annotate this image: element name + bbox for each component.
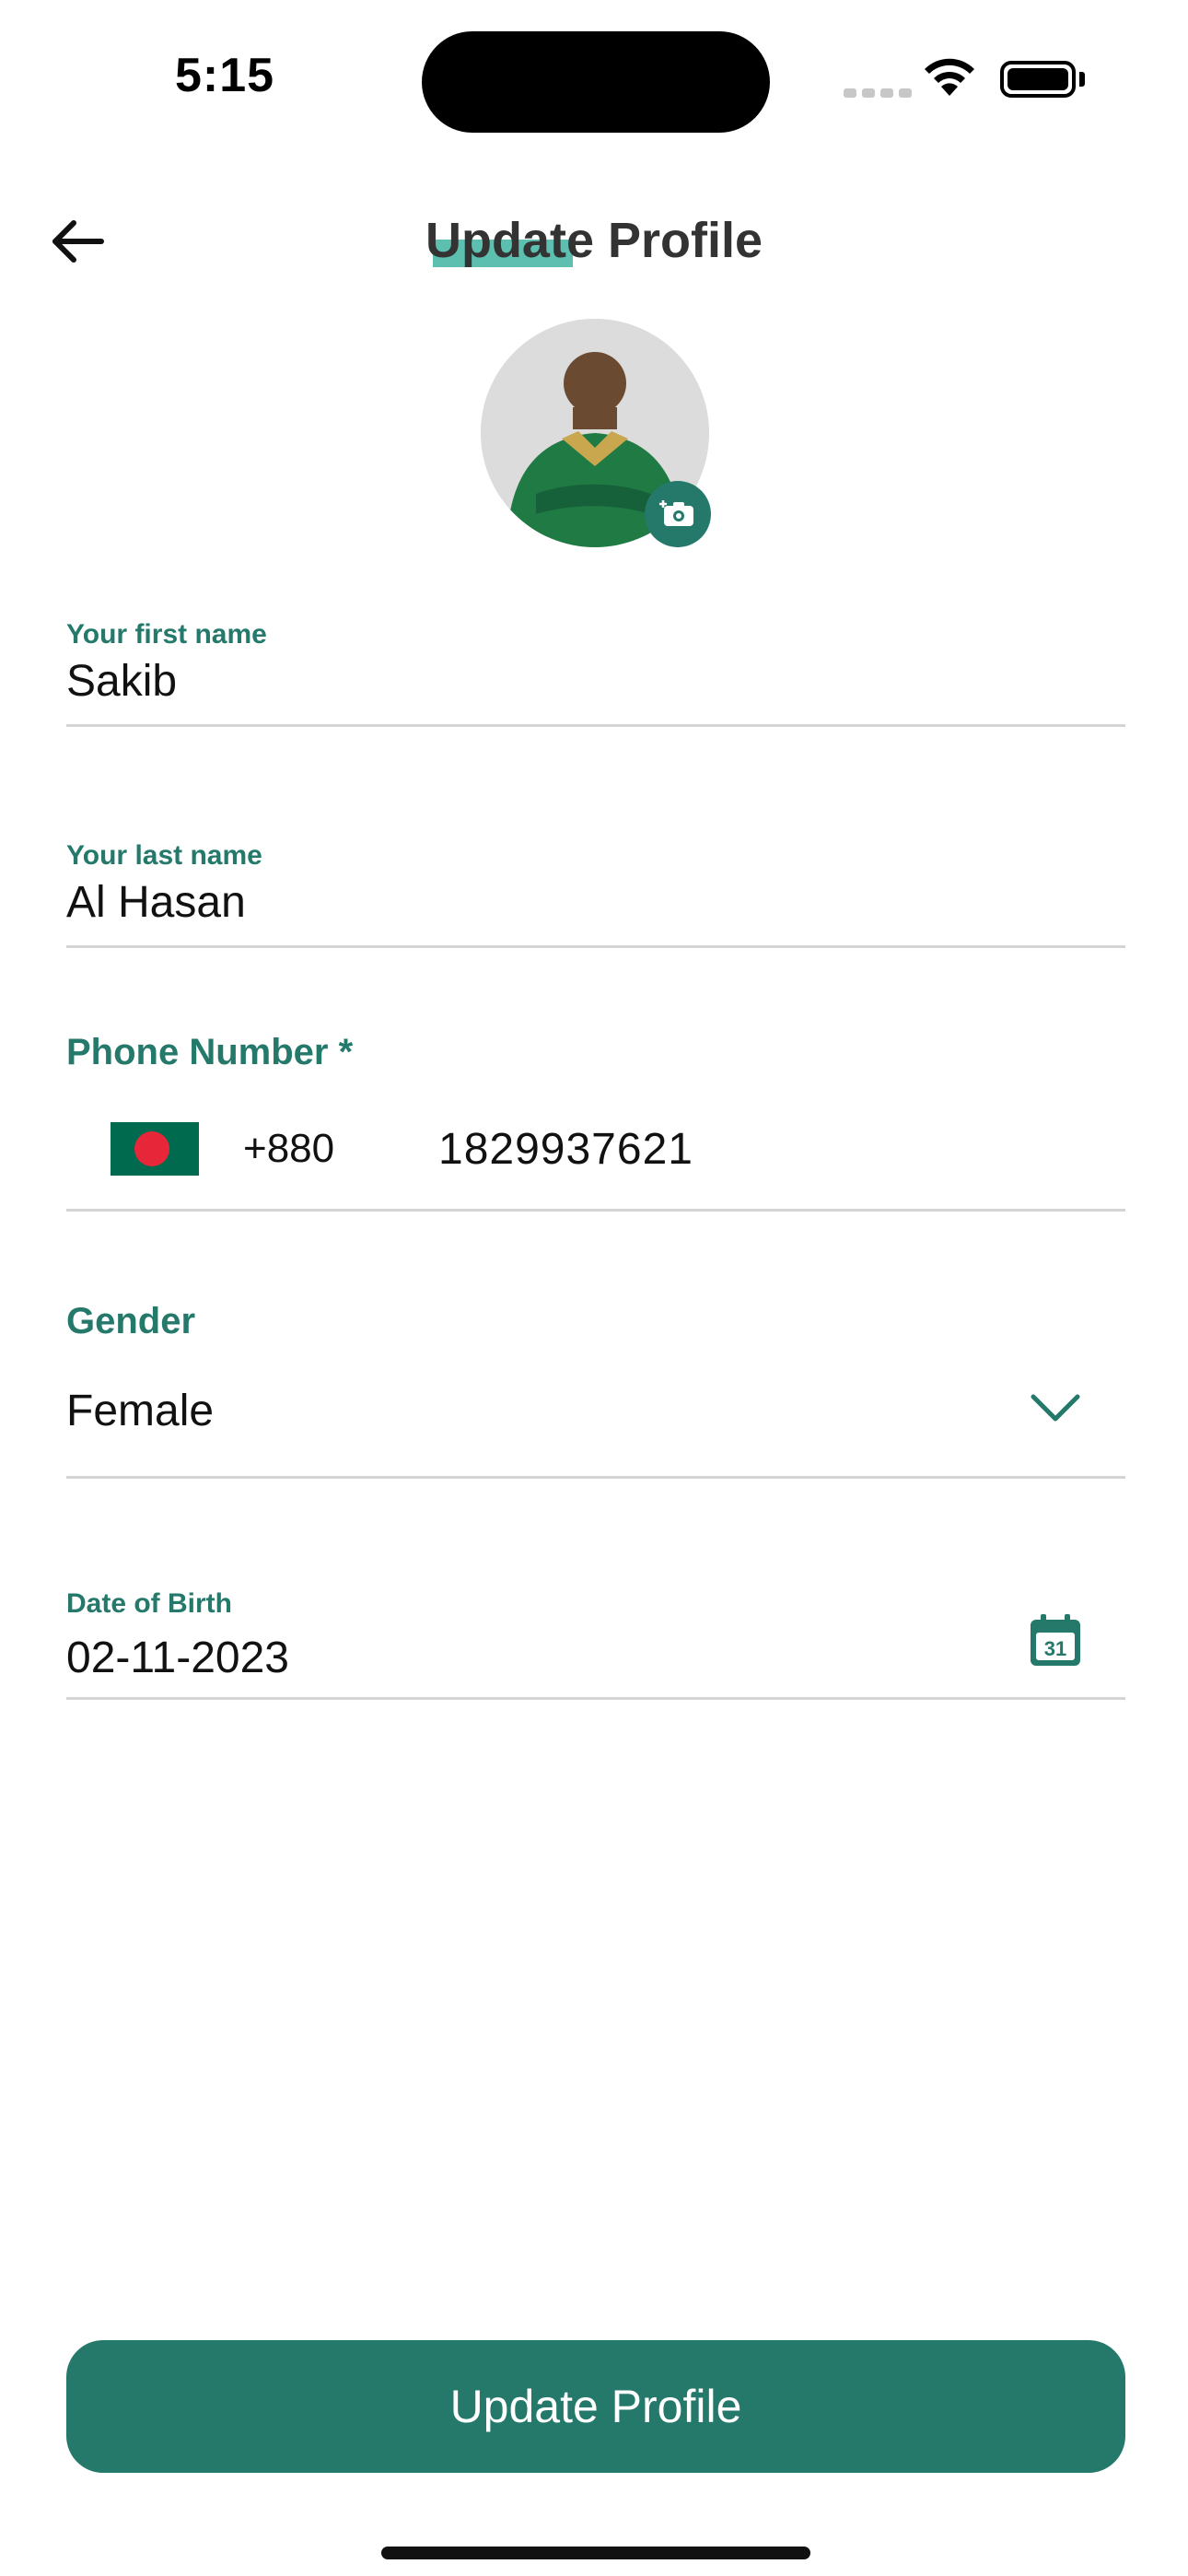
gender-select[interactable]: Female — [66, 1386, 214, 1436]
change-photo-button[interactable] — [645, 481, 711, 547]
status-time: 5:15 — [175, 49, 275, 102]
chevron-down-icon[interactable] — [1030, 1393, 1081, 1424]
dynamic-island — [422, 31, 770, 133]
calendar-icon[interactable]: 31 — [1028, 1614, 1083, 1668]
last-name-label: Your last name — [66, 840, 262, 871]
home-indicator — [381, 2547, 810, 2559]
page-title: Update Profile — [425, 213, 763, 268]
battery-cap — [1079, 72, 1085, 87]
phone-label: Phone Number * — [66, 1032, 354, 1072]
update-profile-button[interactable]: Update Profile — [66, 2340, 1125, 2473]
phone-number-field[interactable]: 1829937621 — [438, 1124, 693, 1175]
bangladesh-flag-icon[interactable] — [111, 1122, 199, 1176]
gender-label: Gender — [66, 1301, 196, 1341]
dob-field[interactable]: 02-11-2023 — [66, 1633, 289, 1683]
first-name-underline — [66, 724, 1125, 727]
dob-underline — [66, 1697, 1125, 1700]
first-name-label: Your first name — [66, 619, 267, 650]
gender-underline — [66, 1476, 1125, 1479]
camera-add-icon — [659, 500, 693, 526]
calendar-day: 31 — [1044, 1637, 1066, 1660]
first-name-field[interactable]: Sakib — [66, 656, 177, 707]
wifi-icon — [925, 58, 974, 96]
battery-icon — [1000, 61, 1076, 98]
dob-label: Date of Birth — [66, 1588, 232, 1619]
country-code[interactable]: +880 — [243, 1126, 334, 1172]
last-name-field[interactable]: Al Hasan — [66, 877, 246, 928]
phone-underline — [66, 1209, 1125, 1212]
last-name-underline — [66, 945, 1125, 948]
cellular-signal-icon — [844, 88, 912, 98]
